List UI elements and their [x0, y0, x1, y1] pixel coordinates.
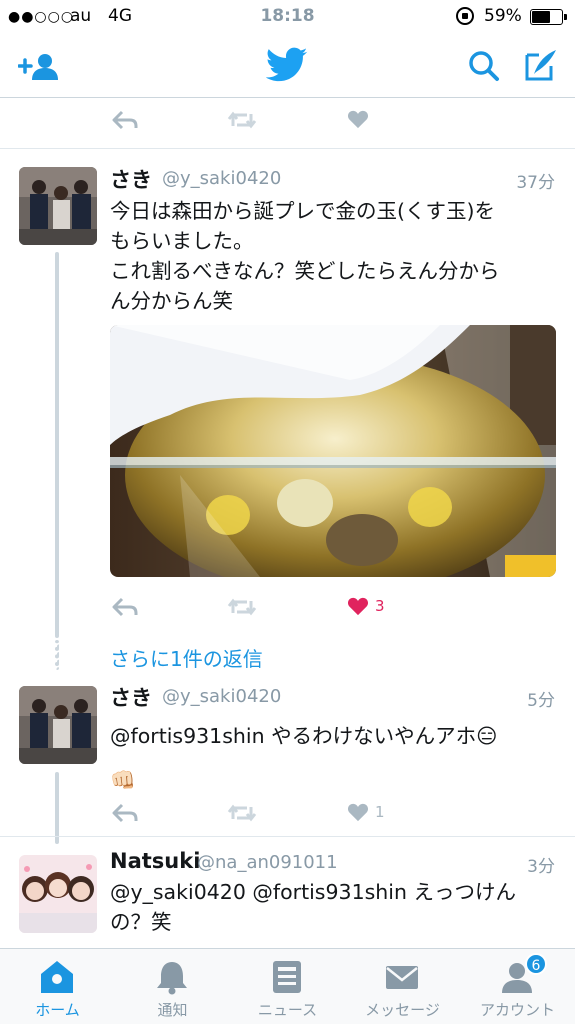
tweet-text-line: 今日は森田から誕プレで金の玉(くす玉)を — [110, 199, 495, 223]
avatar[interactable] — [19, 686, 97, 764]
tweet-text: 今日は森田から誕プレで金の玉(くす玉)を もらいました。 これ割るべきなん？笑ど… — [110, 196, 560, 316]
like-button[interactable]: 1 — [347, 802, 385, 822]
battery-icon — [530, 9, 567, 25]
search-icon[interactable] — [468, 50, 500, 86]
twitter-bird-icon[interactable] — [265, 47, 308, 87]
like-count: 3 — [375, 597, 385, 615]
tweet-text-line: これ割るべきなん？笑どしたらえん分から — [110, 259, 500, 283]
display-name[interactable]: さき — [110, 164, 152, 194]
heart-icon — [347, 597, 369, 616]
like-icon[interactable] — [347, 109, 369, 129]
like-button[interactable]: 3 — [347, 596, 385, 616]
tab-messages[interactable]: メッセージ — [345, 949, 460, 1024]
tweet[interactable]: Natsuki @na_an091011 3分 @y_saki0420 @for… — [0, 837, 575, 947]
timestamp[interactable]: 5分 — [527, 686, 555, 711]
bell-icon — [157, 962, 187, 995]
avatar[interactable] — [19, 855, 97, 933]
tweet-text: @y_saki0420 @fortis931shin えっつけん の？笑 — [110, 877, 560, 937]
tweet-text-line: もらいました。 — [110, 229, 254, 253]
battery-percent: 59% — [484, 6, 522, 26]
tab-label: ニュース — [257, 1001, 318, 1019]
bottom-tab-bar: ホーム 通知 ニュース メッセージ アカウント — [0, 948, 575, 1024]
display-name[interactable]: さき — [110, 682, 152, 712]
notification-badge: 6 — [525, 953, 547, 975]
heart-icon — [347, 803, 369, 822]
tab-label: アカウント — [479, 1001, 555, 1019]
add-user-icon[interactable] — [17, 50, 60, 86]
tab-label: メッセージ — [365, 1001, 440, 1019]
tweet-photo[interactable] — [110, 325, 556, 577]
tweet-text: @fortis931shin やるわけないやんアホ😑 👊🏻 — [110, 714, 560, 802]
compose-icon[interactable] — [524, 48, 558, 86]
tweet-text-line: @fortis931shin やるわけないやんアホ😑 — [110, 724, 498, 748]
reply-icon[interactable] — [112, 597, 138, 617]
username[interactable]: @y_saki0420 — [162, 686, 281, 707]
tab-home[interactable]: ホーム — [0, 949, 115, 1024]
tab-notifications[interactable]: 通知 — [115, 949, 230, 1024]
tweet-text-line: @y_saki0420 @fortis931shin えっつけん — [110, 880, 516, 904]
tweet[interactable]: さき @y_saki0420 5分 @fortis931shin やるわけないや… — [0, 672, 575, 832]
status-bar: ●●○○○ au 4G 18:18 59% — [0, 0, 575, 34]
username[interactable]: @y_saki0420 — [162, 168, 281, 189]
like-count: 1 — [375, 803, 385, 821]
tweet-text-line: の？笑 — [110, 910, 172, 934]
envelope-icon — [386, 966, 418, 989]
display-name[interactable]: Natsuki — [110, 849, 200, 873]
tab-news[interactable]: ニュース — [230, 949, 345, 1024]
retweet-icon[interactable] — [227, 597, 257, 617]
username[interactable]: @na_an091011 — [197, 852, 338, 873]
tab-account[interactable]: アカウント — [460, 949, 575, 1024]
rotation-lock-icon — [456, 7, 474, 25]
retweet-icon[interactable] — [227, 803, 257, 823]
home-icon — [41, 961, 73, 993]
timestamp[interactable]: 3分 — [527, 852, 555, 877]
tab-label: 通知 — [157, 1001, 188, 1019]
tweet-text-line: ん分からん笑 — [110, 289, 233, 313]
more-replies-link[interactable]: さらに1件の返信 — [110, 643, 263, 672]
tab-label: ホーム — [35, 1001, 80, 1019]
avatar[interactable] — [19, 167, 97, 245]
reply-icon[interactable] — [112, 110, 138, 130]
reply-icon[interactable] — [112, 803, 138, 823]
retweet-icon[interactable] — [227, 110, 257, 130]
top-nav-bar — [0, 34, 575, 98]
previous-tweet-actions — [0, 99, 575, 149]
tweet-text-line: 👊🏻 — [110, 768, 136, 792]
timestamp[interactable]: 37分 — [516, 168, 555, 193]
news-icon — [273, 961, 301, 993]
